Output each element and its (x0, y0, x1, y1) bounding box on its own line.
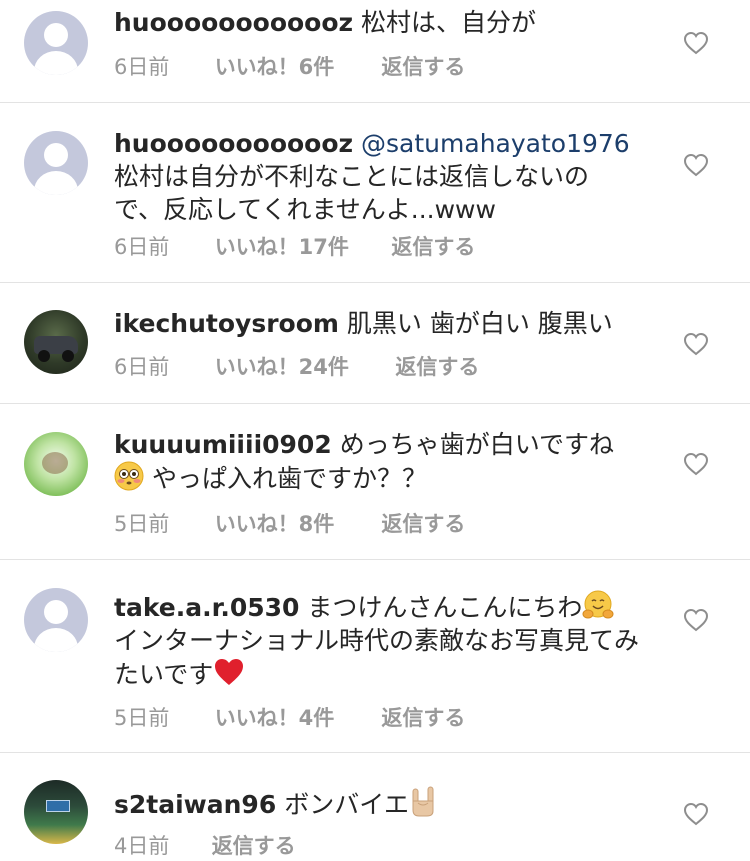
heart-icon[interactable] (683, 608, 709, 632)
comment-meta: 4日前 返信する (114, 832, 296, 860)
comment-meta: 6日前 いいね！24件 返信する (114, 353, 479, 381)
comment-likes[interactable]: いいね！8件 (215, 510, 375, 538)
comment-text: 肌黒い 歯が白い 腹黒い (346, 309, 613, 338)
comment-text: ボンバイエ (284, 790, 409, 819)
comment-mention-link[interactable]: @satumahayato1976 (361, 129, 630, 158)
comment-item: huoooooooooooz 松村は、自分が 6日前 いいね！6件 返信する (0, 0, 750, 103)
comment-text: まつけんさんこんにちわ (307, 593, 583, 622)
reply-button[interactable]: 返信する (212, 832, 296, 860)
comment-username[interactable]: kuuuumiiii0902 (114, 430, 332, 459)
comment-likes[interactable]: いいね！6件 (215, 53, 375, 81)
comment-body: ikechutoysroom 肌黒い 歯が白い 腹黒い (114, 307, 654, 340)
heart-icon[interactable] (683, 153, 709, 177)
comment-username[interactable]: huoooooooooooz (114, 129, 353, 158)
comment-item: huoooooooooooz @satumahayato1976 松村は自分が不… (0, 103, 750, 283)
avatar[interactable] (24, 432, 88, 496)
comment-time: 4日前 (114, 834, 170, 858)
heart-icon[interactable] (683, 332, 709, 356)
red-heart-emoji (215, 659, 244, 685)
heart-icon[interactable] (683, 452, 709, 476)
comment-text-continued: インターナショナル時代の素敵なお写真見てみたいです (114, 626, 640, 689)
avatar-body-shape (34, 628, 78, 652)
sign-of-the-horns-emoji (412, 786, 434, 817)
avatar-head-shape (44, 143, 68, 167)
comment-text: めっちゃ歯が白いですね (339, 430, 614, 459)
comment-body: huoooooooooooz @satumahayato1976 松村は自分が不… (114, 127, 634, 226)
reply-button[interactable]: 返信する (381, 510, 465, 538)
comment-item: s2taiwan96 ボンバイエ 4日前 返信する (0, 753, 750, 861)
comment-time: 6日前 (114, 235, 170, 259)
avatar[interactable] (24, 131, 88, 195)
comment-username[interactable]: s2taiwan96 (114, 790, 276, 819)
comment-time: 5日前 (114, 706, 170, 730)
comment-username[interactable]: take.a.r.0530 (114, 593, 299, 622)
avatar-body-shape (34, 171, 78, 195)
comment-time: 6日前 (114, 55, 170, 79)
avatar-photo-shape (46, 800, 70, 812)
avatar-head-shape (44, 23, 68, 47)
comment-text: 松村は自分が不利なことには返信しないので、反応してくれませんよ...www (114, 162, 590, 224)
avatar-car-wheel-shape (38, 350, 50, 362)
comment-body: take.a.r.0530 まつけんさんこんにちわ インターナショナル時代の素敵… (114, 590, 639, 691)
comment-item: take.a.r.0530 まつけんさんこんにちわ インターナショナル時代の素敵… (0, 560, 750, 753)
heart-icon[interactable] (683, 802, 709, 826)
reply-button[interactable]: 返信する (381, 704, 465, 732)
comment-meta: 6日前 いいね！6件 返信する (114, 53, 465, 81)
comment-likes[interactable]: いいね！4件 (215, 704, 375, 732)
hugging-face-emoji (582, 590, 614, 619)
comment-body: s2taiwan96 ボンバイエ (114, 785, 654, 821)
avatar[interactable] (24, 588, 88, 652)
reply-button[interactable]: 返信する (381, 53, 465, 81)
reply-button[interactable]: 返信する (395, 353, 479, 381)
comment-likes[interactable]: いいね！24件 (215, 353, 389, 381)
avatar-photo-shape (42, 452, 68, 474)
avatar-head-shape (44, 600, 68, 624)
comment-username[interactable]: huoooooooooooz (114, 8, 353, 37)
comment-meta: 6日前 いいね！17件 返信する (114, 233, 475, 261)
comment-time: 6日前 (114, 355, 170, 379)
comment-time: 5日前 (114, 512, 170, 536)
comment-body: kuuuumiiii0902 めっちゃ歯が白いですね やっぱ入れ歯ですか？？ (114, 428, 614, 495)
comment-meta: 5日前 いいね！8件 返信する (114, 510, 465, 538)
comment-body: huoooooooooooz 松村は、自分が (114, 6, 654, 39)
reply-button[interactable]: 返信する (391, 233, 475, 261)
avatar-car-wheel-shape (62, 350, 74, 362)
comment-likes[interactable]: いいね！17件 (215, 233, 385, 261)
avatar-body-shape (34, 51, 78, 75)
heart-icon[interactable] (683, 31, 709, 55)
comment-text-continued: やっぱ入れ歯ですか？？ (151, 464, 427, 493)
comment-item: kuuuumiiii0902 めっちゃ歯が白いですね やっぱ入れ歯ですか？？ 5… (0, 404, 750, 560)
avatar[interactable] (24, 310, 88, 374)
comment-meta: 5日前 いいね！4件 返信する (114, 704, 465, 732)
avatar[interactable] (24, 11, 88, 75)
comment-text: 松村は、自分が (361, 8, 537, 37)
comment-item: ikechutoysroom 肌黒い 歯が白い 腹黒い 6日前 いいね！24件 … (0, 283, 750, 404)
flushed-face-emoji (114, 461, 144, 491)
avatar[interactable] (24, 780, 88, 844)
comment-username[interactable]: ikechutoysroom (114, 309, 339, 338)
